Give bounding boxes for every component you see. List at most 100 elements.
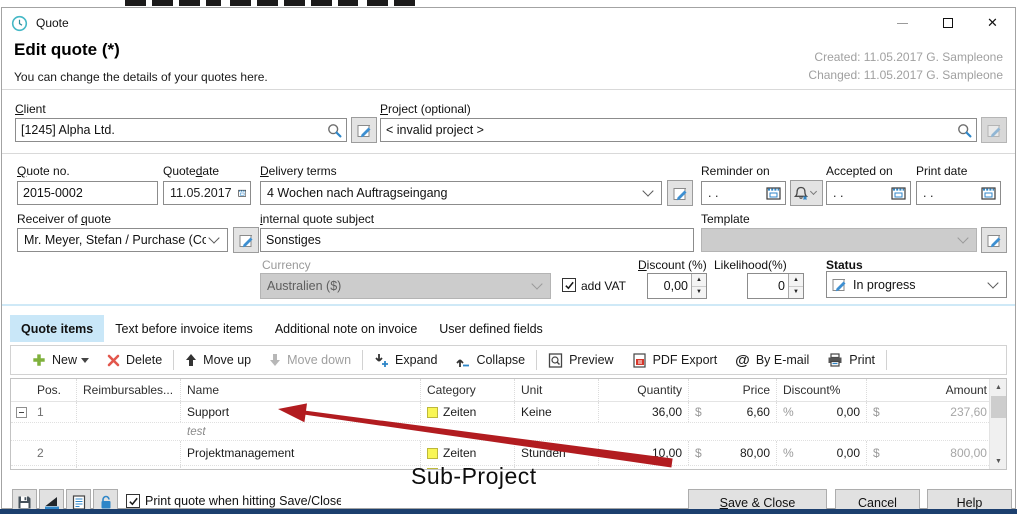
spin-down-icon[interactable]: ▼ <box>789 287 803 299</box>
bell-off-icon <box>794 186 808 201</box>
edit-pencil-icon <box>987 233 1002 248</box>
client-label: Client <box>15 102 46 116</box>
edit-pencil-icon <box>357 123 372 138</box>
chevron-down-icon <box>987 277 998 288</box>
accepted-on-input[interactable]: . . <box>826 181 911 205</box>
col-pos[interactable]: Pos. <box>31 379 77 401</box>
calendar-icon[interactable] <box>981 186 996 200</box>
discount-spinner[interactable]: 0,00 ▲▼ <box>647 273 707 299</box>
tab-text-before-invoice-items[interactable]: Text before invoice items <box>104 315 264 342</box>
col-quantity[interactable]: Quantity <box>599 379 689 401</box>
add-vat-checkbox[interactable] <box>562 278 576 292</box>
calendar-icon[interactable] <box>766 186 781 200</box>
delivery-terms-combo[interactable]: 4 Wochen nach Auftragseingang <box>260 181 662 205</box>
template-edit-button[interactable] <box>981 227 1007 253</box>
collapse-button[interactable]: Collapse <box>446 346 534 374</box>
receiver-edit-button[interactable] <box>233 227 259 253</box>
tab-additional-note-on-invoice[interactable]: Additional note on invoice <box>264 315 428 342</box>
quote-items-table: Pos. Reimbursables... Name Category Unit… <box>10 378 1007 470</box>
col-name[interactable]: Name <box>181 379 421 401</box>
edit-pencil-icon <box>673 186 688 201</box>
col-price[interactable]: Price <box>689 379 777 401</box>
expand-button[interactable]: Expand <box>365 346 446 374</box>
reminder-on-input[interactable]: . . <box>701 181 786 205</box>
template-label: Template <box>701 212 750 226</box>
chevron-down-icon <box>810 188 817 195</box>
new-button[interactable]: New <box>23 346 98 374</box>
tab-user-defined-fields[interactable]: User defined fields <box>428 315 554 342</box>
close-button[interactable]: ✕ <box>970 8 1015 38</box>
pdf-icon <box>632 353 647 368</box>
delivery-terms-label: Delivery terms <box>260 164 337 178</box>
chevron-down-icon <box>208 232 219 243</box>
separator <box>2 153 1015 154</box>
spin-up-icon[interactable]: ▲ <box>692 274 706 287</box>
print-on-save-label[interactable]: Print quote when hitting Save/Close <box>145 494 341 508</box>
client-input[interactable] <box>15 118 347 142</box>
move-up-button[interactable]: Move up <box>176 346 260 374</box>
floppy-icon <box>17 495 32 510</box>
col-reimbursables[interactable]: Reimbursables... <box>77 379 181 401</box>
separator <box>2 89 1015 90</box>
tab-quote-items[interactable]: Quote items <box>10 315 104 342</box>
minimize-button[interactable] <box>880 8 925 38</box>
delivery-terms-edit-button[interactable] <box>667 180 693 206</box>
print-date-input[interactable]: . . <box>916 181 1001 205</box>
chevron-down-icon <box>642 185 653 196</box>
add-vat-label[interactable]: add VAT <box>581 279 626 293</box>
plus-icon <box>32 353 46 367</box>
maximize-button[interactable] <box>925 8 970 38</box>
scroll-up-icon[interactable]: ▲ <box>990 379 1007 395</box>
app-clock-icon <box>11 15 28 32</box>
page-title: Edit quote (*) <box>14 40 120 60</box>
collapse-row-icon[interactable] <box>16 407 27 418</box>
checkmark-icon <box>564 280 575 291</box>
accepted-on-label: Accepted on <box>826 164 893 178</box>
likelihood-spinner[interactable]: 0 ▲▼ <box>747 273 804 299</box>
template-combo <box>701 228 977 252</box>
vertical-scrollbar[interactable]: ▲ ▼ <box>989 379 1006 469</box>
subject-label: internal quote subject <box>260 212 374 226</box>
scroll-down-icon[interactable]: ▼ <box>990 453 1007 469</box>
collapse-icon <box>455 353 470 368</box>
calendar-icon[interactable] <box>238 186 246 200</box>
reminder-bell-button[interactable] <box>790 180 823 206</box>
table-row[interactable]: 1 Support Zeiten Keine 36,00 $6,60 %0,00… <box>11 402 993 423</box>
table-row-note[interactable]: test <box>11 423 1006 441</box>
spin-up-icon[interactable]: ▲ <box>789 274 803 287</box>
col-discount[interactable]: Discount% <box>777 379 867 401</box>
search-icon[interactable] <box>327 123 342 138</box>
edit-pencil-icon <box>239 233 254 248</box>
checkmark-icon <box>128 496 139 507</box>
scrollbar-thumb[interactable] <box>991 396 1006 418</box>
annotation-text: Sub-Project <box>411 463 537 490</box>
preview-button[interactable]: Preview <box>539 346 622 374</box>
status-combo[interactable]: In progress <box>826 271 1007 298</box>
pdf-export-button[interactable]: PDF Export <box>623 346 727 374</box>
receiver-combo[interactable]: Mr. Meyer, Stefan / Purchase (Com <box>17 228 228 252</box>
calendar-icon[interactable] <box>891 186 906 200</box>
titlebar[interactable]: Quote ✕ <box>2 8 1015 38</box>
chevron-down-icon[interactable] <box>81 358 89 363</box>
project-input[interactable] <box>380 118 977 142</box>
search-icon[interactable] <box>957 123 972 138</box>
clipped-background-text <box>125 0 415 6</box>
edit-pencil-icon <box>832 277 847 292</box>
by-email-button[interactable]: @ By E-mail <box>726 346 818 374</box>
quote-date-input[interactable]: 11.05.2017 <box>163 181 251 205</box>
quote-no-input[interactable] <box>17 181 158 205</box>
category-color-swatch <box>427 407 438 418</box>
print-button[interactable]: Print <box>818 346 884 374</box>
client-edit-button[interactable] <box>351 117 377 143</box>
col-category[interactable]: Category <box>421 379 515 401</box>
col-amount[interactable]: Amount <box>867 379 993 401</box>
category-color-swatch <box>427 448 438 459</box>
spin-down-icon[interactable]: ▼ <box>692 287 706 299</box>
window-title: Quote <box>36 16 69 30</box>
delete-button[interactable]: Delete <box>98 346 171 374</box>
col-unit[interactable]: Unit <box>515 379 599 401</box>
unlock-icon <box>99 495 113 510</box>
table-header-row: Pos. Reimbursables... Name Category Unit… <box>11 379 993 402</box>
print-on-save-checkbox[interactable] <box>126 494 140 508</box>
subject-input[interactable] <box>260 228 694 252</box>
